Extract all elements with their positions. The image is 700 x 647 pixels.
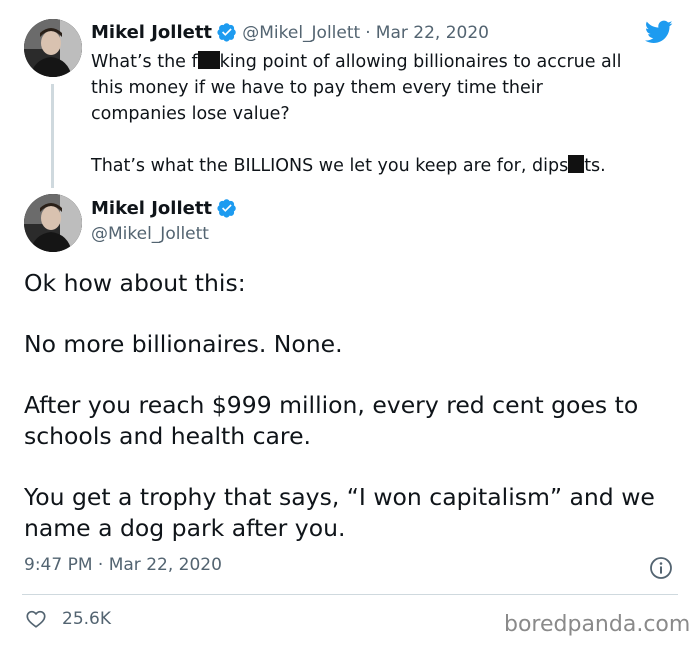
author-name[interactable]: Mikel Jollett (91, 22, 212, 43)
author-handle[interactable]: @Mikel_Jollett (91, 224, 209, 244)
tweet-time: 9:47 PM (24, 555, 93, 575)
tweet-text-fragment: What’s the f (91, 52, 198, 72)
author-name[interactable]: Mikel Jollett (91, 198, 212, 219)
divider (22, 594, 678, 595)
tweet-text-fragment: That’s what the BILLIONS we let you keep… (91, 156, 569, 176)
verified-badge-icon (217, 22, 237, 42)
verified-badge-icon (217, 198, 237, 218)
main-tweet-text: Ok how about this: No more billionaires.… (24, 268, 684, 574)
like-button[interactable]: 25.6K (24, 608, 111, 630)
redaction-block (568, 155, 585, 173)
quoted-tweet-header: Mikel Jollett @Mikel_Jollett · Mar 22, 2… (91, 22, 489, 43)
tweet-date: Mar 22, 2020 (108, 555, 222, 575)
author-handle[interactable]: @Mikel_Jollett (242, 23, 360, 43)
tweet-paragraph: Ok how about this: (24, 269, 246, 297)
like-count: 25.6K (62, 609, 111, 629)
tweet-paragraph: After you reach $999 million, every red … (24, 391, 639, 450)
tweet-date[interactable]: Mar 22, 2020 (376, 23, 489, 43)
thread-connector-line (51, 84, 54, 188)
tweet-text-fragment: this money if we have to pay them every … (91, 78, 543, 98)
quoted-tweet-text: What’s the f king point of allowing billi… (91, 49, 681, 179)
tweet-timestamp[interactable]: 9:47 PM · Mar 22, 2020 (24, 555, 222, 575)
redaction-block (197, 51, 220, 69)
avatar[interactable] (24, 19, 82, 77)
tweet-text-fragment: king point of allowing billionaires to a… (219, 52, 622, 72)
tweet-text-fragment: companies lose value? (91, 104, 290, 124)
tweet-paragraph: No more billionaires. None. (24, 330, 343, 358)
heart-icon (24, 608, 48, 630)
avatar[interactable] (24, 194, 82, 252)
main-tweet-name-row: Mikel Jollett (91, 198, 237, 219)
watermark-text: boredpanda.com (504, 612, 691, 637)
separator-dot: · (97, 555, 104, 575)
tweet-paragraph: You get a trophy that says, “I won capit… (24, 483, 655, 542)
info-icon[interactable] (649, 556, 673, 580)
separator-dot: · (365, 23, 371, 43)
tweet-text-fragment: ts. (584, 156, 606, 176)
twitter-logo-icon (643, 18, 675, 46)
